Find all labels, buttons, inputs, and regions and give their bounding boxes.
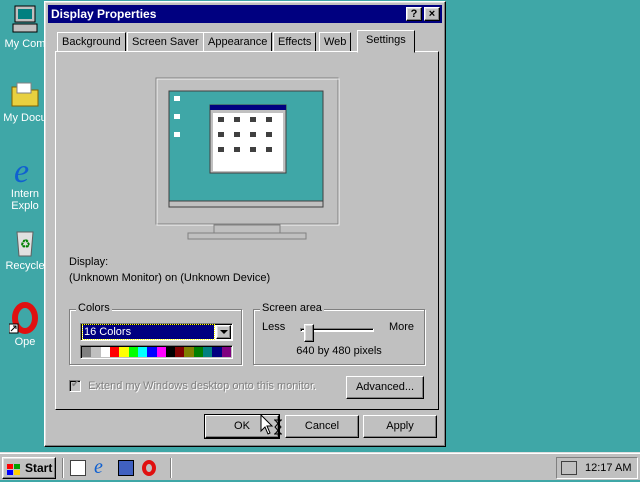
internet-explorer-icon: e [9,153,41,190]
window-title: Display Properties [51,7,157,21]
opera-icon[interactable] [142,460,156,476]
monitor-preview [154,77,340,245]
palette-swatch [156,347,166,357]
colors-select[interactable]: 16 Colors [80,323,233,341]
colors-group: Colors 16 Colors [69,302,242,365]
desktop-icon-label: Ope [14,336,36,348]
start-label: Start [25,461,53,475]
colors-select-value: 16 Colors [82,324,215,340]
svg-text:e: e [14,154,29,186]
palette-swatch [203,347,213,357]
apply-button[interactable]: Apply [363,415,437,438]
tab-appearance[interactable]: Appearance [203,32,273,52]
tab-settings[interactable]: Settings [357,30,415,53]
palette-swatch [137,347,148,357]
monitor-illustration [155,77,340,240]
desktop-icon-label: My Docu [3,112,47,124]
cancel-button[interactable]: Cancel [285,415,359,438]
tab-screen-saver[interactable]: Screen Saver [127,32,204,52]
folder-icon [9,78,41,110]
desktop-icon-label: Intern Explo [10,188,40,212]
display-settings-icon[interactable] [561,461,577,475]
settings-panel: Display: (Unknown Monitor) on (Unknown D… [55,51,439,410]
palette-swatch [175,347,185,357]
tab-effects[interactable]: Effects [273,32,317,52]
dropdown-button[interactable] [216,325,231,339]
checkbox-box: ✔ [69,379,81,393]
chevron-down-icon [220,330,228,334]
system-tray: 12:17 AM [556,457,638,479]
taskbar: Start e 12:17 AM [0,452,640,480]
slider-thumb[interactable] [304,324,314,342]
palette-swatch [212,347,222,357]
desktop-icon-internet-explorer[interactable]: e Intern Explo [2,153,48,212]
start-button[interactable]: Start [2,457,56,479]
recycle-bin-icon: ♻ [9,226,41,258]
desktop-icon-my-computer[interactable]: My Com [2,4,48,50]
check-icon: ✔ [71,379,80,391]
clock[interactable]: 12:17 AM [585,462,631,474]
colors-group-label: Colors [76,302,112,314]
screen-area-slider[interactable] [300,324,374,344]
extend-desktop-label: Extend my Windows desktop onto this moni… [88,380,317,393]
desktop-icon-recycle-bin[interactable]: ♻ Recycle [2,226,48,272]
taskbar-separator-2 [170,458,172,478]
extend-desktop-checkbox[interactable]: ✔ Extend my Windows desktop onto this mo… [69,379,317,393]
quick-launch: e [68,456,168,479]
palette-swatch [128,347,138,357]
color-palette [80,345,233,359]
taskbar-separator [62,458,64,478]
desktop-icon-label: My Com [4,38,46,50]
palette-swatch [100,347,110,357]
computer-icon [9,4,41,36]
title-bar[interactable]: Display Properties ? × [48,5,442,23]
display-properties-window: Display Properties ? × Background Screen… [44,1,446,447]
advanced-button[interactable]: Advanced... [346,376,424,399]
windows-logo-icon [7,462,21,475]
desktop-icon-label: Recycle [5,260,45,272]
slider-less-label: Less [262,321,286,333]
channels-icon[interactable] [118,460,134,476]
palette-swatch [109,347,120,357]
tab-web[interactable]: Web [319,32,352,52]
screen-area-value: 640 by 480 pixels [296,345,382,357]
desktop-icon-my-documents[interactable]: My Docu [2,78,48,124]
palette-swatch [119,347,129,357]
palette-swatch [147,347,157,357]
tab-background[interactable]: Background [57,32,126,52]
palette-swatch [221,347,231,357]
cursor-icon [260,413,284,436]
screen-area-group: Screen area Less More 640 by 480 pixels [253,302,425,365]
screen-area-group-label: Screen area [260,302,324,314]
palette-swatch [193,347,204,357]
show-desktop-icon[interactable] [70,460,86,476]
close-button[interactable]: × [424,7,440,21]
desktop-icon-opera[interactable]: Ope [2,302,48,348]
palette-swatch [165,347,176,357]
close-icon: × [428,8,436,20]
internet-explorer-icon[interactable]: e [94,456,103,479]
palette-swatch [91,347,101,357]
palette-swatch [82,347,92,357]
palette-swatch [184,347,194,357]
display-label: Display: [69,256,109,268]
help-button[interactable]: ? [406,7,422,21]
display-value: (Unknown Monitor) on (Unknown Device) [69,272,271,284]
svg-text:♻: ♻ [20,237,31,251]
opera-icon [8,302,41,334]
slider-more-label: More [388,321,414,333]
